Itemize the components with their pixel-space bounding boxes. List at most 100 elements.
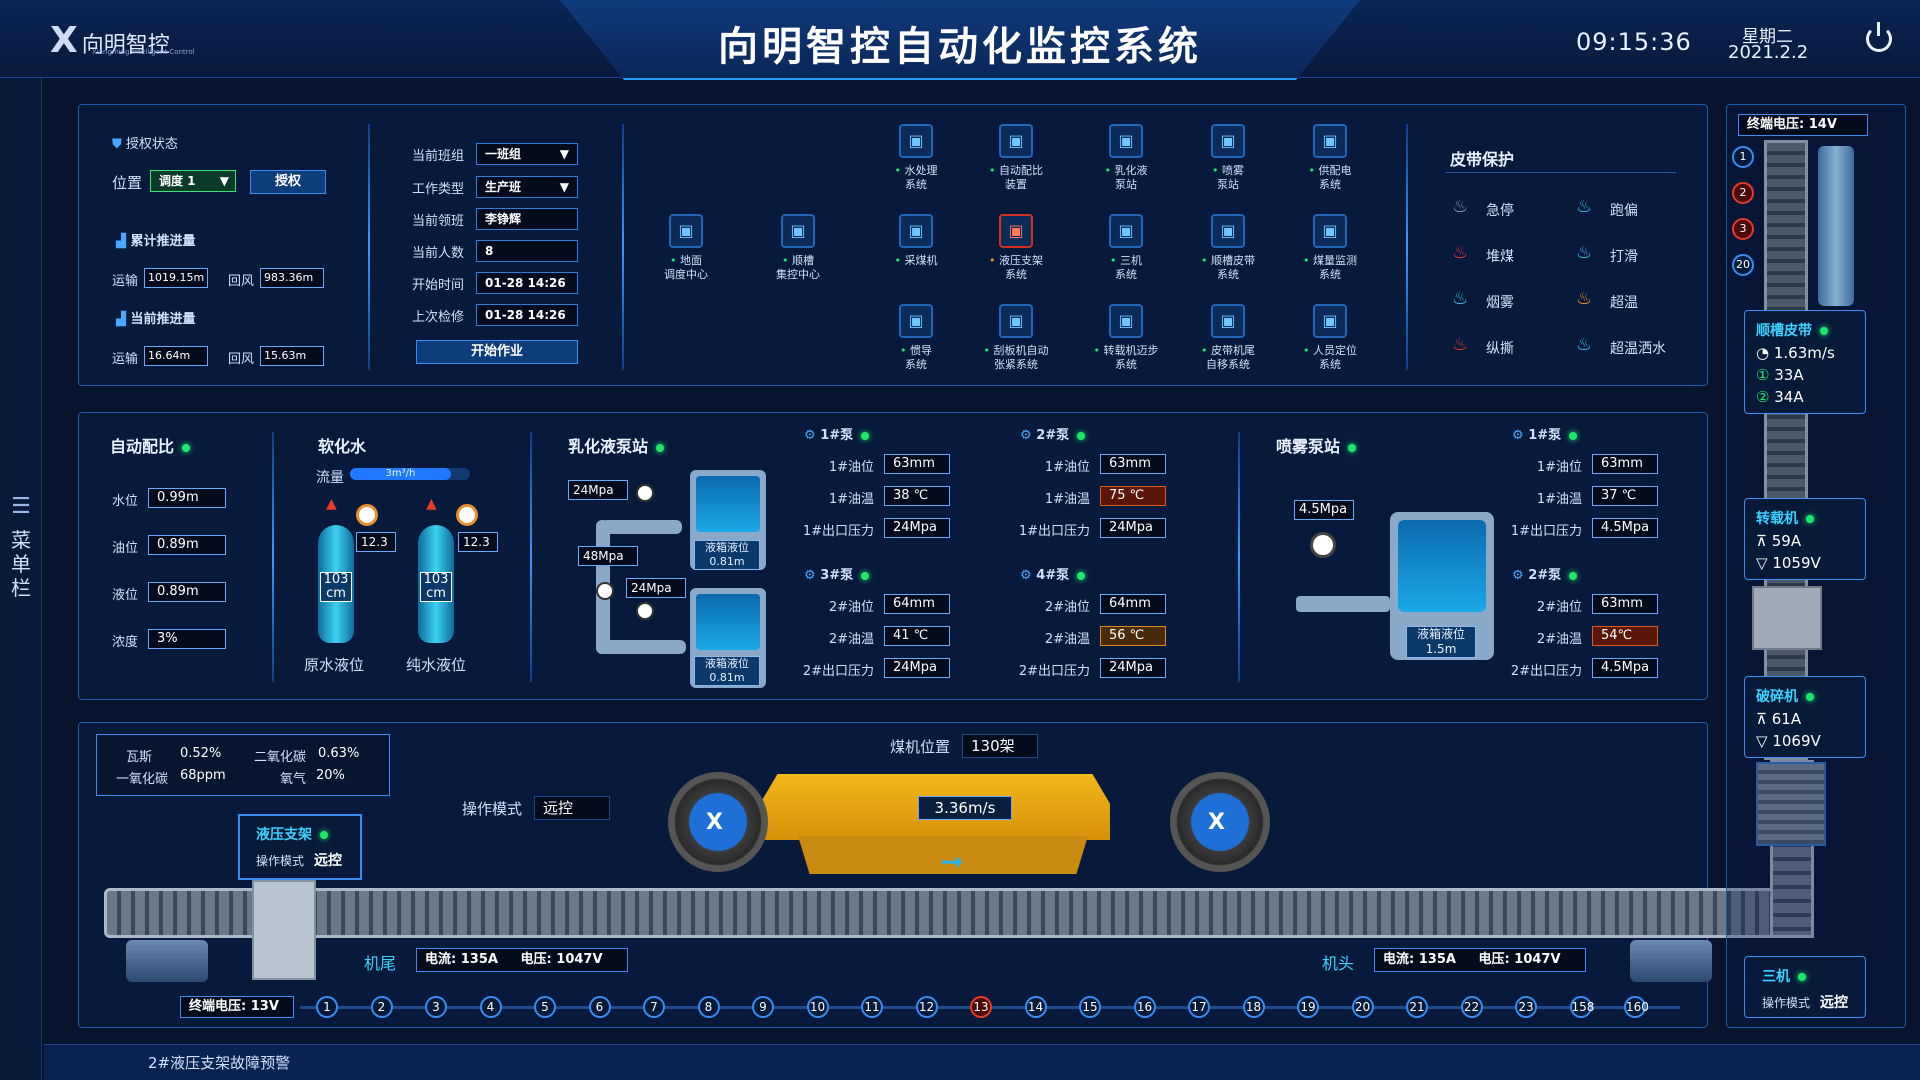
support-number[interactable]: 3 — [425, 996, 447, 1018]
hydraulic-support-icon[interactable]: ▣ — [999, 214, 1033, 248]
support-number[interactable]: 158 — [1569, 996, 1594, 1018]
belt-speed-value: 1.63m/s — [1773, 344, 1835, 362]
leader-field[interactable]: 李铮辉 — [476, 208, 578, 230]
personnel-location-icon[interactable]: ▣ — [1313, 304, 1347, 338]
support-number[interactable]: 21 — [1406, 996, 1428, 1018]
crusher-v-value: 1069V — [1772, 732, 1821, 750]
tank-level-label: 液箱液位 — [1416, 627, 1465, 641]
work-type-select[interactable]: 生产班 ▼ — [476, 176, 578, 198]
support-number[interactable]: 1 — [316, 996, 338, 1018]
gateway-control-icon[interactable]: ▣ — [781, 214, 815, 248]
loader-v-value: 1059V — [1772, 554, 1821, 572]
shearer-icon[interactable]: ▣ — [899, 214, 933, 248]
support-number[interactable]: 17 — [1188, 996, 1210, 1018]
system-label: • 转载机迈步 系统 — [1093, 344, 1159, 371]
spray-pressure: 4.5Mpa — [1294, 500, 1354, 520]
support-number[interactable]: 14 — [1024, 996, 1047, 1018]
support-number[interactable]: 7 — [643, 996, 665, 1018]
loader-voltage: ▽ 1059V — [1756, 554, 1821, 572]
team-select[interactable]: 一班组 ▼ — [476, 143, 578, 165]
chevron-down-icon: ▼ — [219, 174, 229, 188]
alarm-message[interactable]: 2#液压支架故障预警 — [148, 1052, 290, 1073]
pump-row-label: 1#出口压力 — [1018, 524, 1090, 539]
pump-row-value: 4.5Mpa — [1592, 518, 1658, 538]
tank-level-label: 液箱液位 — [705, 657, 749, 670]
position-select[interactable]: 调度 1 ▼ — [150, 170, 236, 192]
support-number[interactable]: 20 — [1351, 996, 1374, 1018]
support-number[interactable]: 8 — [697, 996, 720, 1018]
support-number[interactable]: 19 — [1297, 996, 1319, 1018]
status-dot — [1077, 431, 1086, 440]
loader-card-title: 转载机 — [1756, 508, 1814, 528]
support-number[interactable]: 5 — [534, 996, 556, 1018]
last-check-field[interactable]: 01-28 14:26 — [476, 304, 578, 326]
gateway-belt-column — [1764, 140, 1808, 760]
headcount-field[interactable]: 8 — [476, 240, 578, 262]
gateway-belt-icon[interactable]: ▣ — [1211, 214, 1245, 248]
date: 2021.2.2 — [1728, 42, 1809, 63]
soft-water-title: 软化水 — [318, 437, 367, 456]
raw-water-level: 103 cm — [320, 572, 352, 602]
menu-label[interactable]: 菜单栏 — [10, 528, 32, 600]
pump-row-label: 1#出口压力 — [802, 524, 874, 539]
support-number[interactable]: 10 — [806, 996, 829, 1018]
ground-dispatch-icon[interactable]: ▣ — [669, 214, 703, 248]
authorize-button[interactable]: 授权 — [250, 170, 326, 194]
inertial-nav-icon[interactable]: ▣ — [899, 304, 933, 338]
divider — [530, 432, 532, 682]
loader-step-icon[interactable]: ▣ — [1109, 304, 1143, 338]
support-number[interactable]: 11 — [861, 996, 883, 1018]
pump-row-label: 2#出口压力 — [1510, 664, 1582, 679]
belt-i1-value: 33A — [1774, 366, 1804, 384]
crusher-card-title: 破碎机 — [1756, 686, 1814, 706]
auto-ratio-title: 自动配比 — [110, 433, 191, 457]
power-supply-icon[interactable]: ▣ — [1313, 124, 1347, 158]
start-work-button[interactable]: 开始作业 — [416, 340, 578, 364]
ratio-label: 水位 — [112, 494, 139, 509]
support-number[interactable]: 16 — [1133, 996, 1156, 1018]
support-number[interactable]: 23 — [1515, 996, 1537, 1018]
support-number[interactable]: 2 — [370, 996, 393, 1018]
belt-current-1: ① 33A — [1756, 366, 1804, 384]
support-number[interactable]: 18 — [1242, 996, 1265, 1018]
pump-row-value: 63mm — [1592, 594, 1658, 614]
menu-icon[interactable]: ☰ — [8, 494, 34, 519]
support-number[interactable]: 4 — [479, 996, 502, 1018]
status-dot — [182, 443, 191, 452]
water-treatment-icon[interactable]: ▣ — [899, 124, 933, 158]
support-number[interactable]: 15 — [1079, 996, 1101, 1018]
pure-level-value: 103 — [423, 572, 449, 587]
divider — [1238, 432, 1240, 682]
scraper-tension-icon[interactable]: ▣ — [999, 304, 1033, 338]
support-number[interactable]: 9 — [752, 996, 774, 1018]
support-number[interactable]: 13 — [970, 996, 992, 1018]
auto-ratio-icon[interactable]: ▣ — [999, 124, 1033, 158]
system-label: • 供配电 系统 — [1308, 164, 1352, 191]
pump-header: ⚙ 1#泵 — [1512, 424, 1578, 443]
emulsion-label: 乳化液泵站 — [568, 437, 649, 456]
emulsion-tank-1-level: 液箱液位 0.81m — [694, 540, 760, 570]
belt-protection-item: 超温 — [1610, 295, 1638, 311]
support-number[interactable]: 160 — [1624, 996, 1649, 1018]
support-number[interactable]: 12 — [915, 996, 938, 1018]
coal-monitor-icon[interactable]: ▣ — [1313, 214, 1347, 248]
auto-ratio-label: 自动配比 — [110, 437, 175, 456]
belt-tail-icon[interactable]: ▣ — [1211, 304, 1245, 338]
pump-icon: ⚙ — [1020, 428, 1032, 443]
pump-header: ⚙ 4#泵 — [1020, 564, 1086, 583]
start-time-field[interactable]: 01-28 14:26 — [476, 272, 578, 294]
ratio-value: 3% — [148, 629, 226, 649]
cur-transport-label: 运输 — [112, 352, 139, 367]
power-icon[interactable] — [1866, 22, 1892, 52]
spray-pump-icon[interactable]: ▣ — [1211, 124, 1245, 158]
support-number[interactable]: 22 — [1460, 996, 1483, 1018]
emulsion-pump-icon[interactable]: ▣ — [1109, 124, 1143, 158]
pump-icon: ⚙ — [1020, 568, 1032, 583]
system-label: • 地面 调度中心 — [664, 254, 708, 281]
support-number[interactable]: 6 — [588, 996, 611, 1018]
belt-marker: 20 — [1732, 254, 1754, 276]
three-machine-icon[interactable]: ▣ — [1109, 214, 1143, 248]
tail-motor — [126, 940, 208, 982]
o2-value: 20% — [316, 768, 345, 783]
ratio-value: 0.89m — [148, 582, 226, 602]
